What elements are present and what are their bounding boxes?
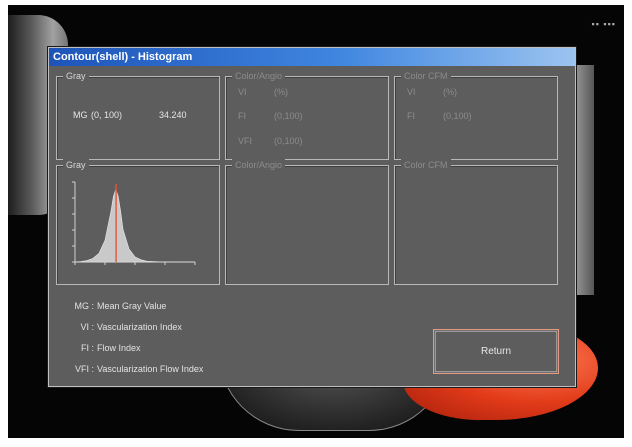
angio-vfi-value: (0,100) [274, 136, 303, 146]
legend-item-mg: MG : Mean Gray Value [66, 301, 167, 311]
color-angio-histogram-title: Color/Angio [232, 159, 286, 171]
gray-stats-title: Gray [63, 70, 89, 82]
mg-range: (0, 100) [91, 110, 123, 120]
histogram-area [74, 188, 195, 263]
angio-fi-label: FI [238, 111, 246, 121]
gray-histogram-chart [72, 181, 196, 265]
mg-label: MG [73, 110, 88, 120]
legend-item-fi: FI : Flow Index [66, 343, 141, 353]
corner-marker: ▪▪ ▪▪▪ [591, 19, 616, 29]
ultrasound-background: ▪▪ ▪▪▪ Contour(shell) - Histogram Gray M… [8, 5, 624, 438]
color-angio-stats-group: Color/Angio VI (%) FI (0,100) VFI (0,100… [225, 70, 389, 160]
color-angio-stats-title: Color/Angio [232, 70, 286, 82]
color-cfm-stats-title: Color CFM [401, 70, 451, 82]
angio-vi-value: (%) [274, 87, 288, 97]
gray-histogram-group: Gray [56, 159, 220, 285]
legend-item-vi: VI : Vascularization Index [66, 322, 182, 332]
color-cfm-stats-group: Color CFM VI (%) FI (0,100) [394, 70, 558, 160]
cfm-fi-value: (0,100) [443, 111, 472, 121]
legend-text-mg: Mean Gray Value [97, 301, 167, 311]
cfm-fi-label: FI [407, 111, 415, 121]
angio-vi-label: VI [238, 87, 247, 97]
legend-abbr-mg: MG : [74, 301, 95, 311]
mg-value: 34.240 [159, 110, 187, 120]
histogram-dialog: Contour(shell) - Histogram Gray MG (0, 1… [48, 47, 576, 387]
color-angio-histogram-group: Color/Angio [225, 159, 389, 285]
color-cfm-histogram-title: Color CFM [401, 159, 451, 171]
legend-abbr-fi: FI : [81, 343, 94, 353]
legend-text-vi: Vascularization Index [97, 322, 182, 332]
legend-item-vfi: VFI : Vascularization Flow Index [66, 364, 203, 374]
legend-abbr-vfi: VFI : [74, 364, 94, 374]
gray-histogram-title: Gray [63, 159, 89, 171]
cfm-vi-value: (%) [443, 87, 457, 97]
gray-stats-group: Gray MG (0, 100) 34.240 [56, 70, 220, 160]
legend-abbr-vi: VI : [80, 322, 94, 332]
legend-text-fi: Flow Index [97, 343, 141, 353]
return-button[interactable]: Return [433, 329, 559, 374]
legend-text-vfi: Vascularization Flow Index [97, 364, 204, 374]
angio-fi-value: (0,100) [274, 111, 303, 121]
cfm-vi-label: VI [407, 87, 416, 97]
dialog-title[interactable]: Contour(shell) - Histogram [49, 48, 575, 66]
color-cfm-histogram-group: Color CFM [394, 159, 558, 285]
angio-vfi-label: VFI [238, 136, 253, 146]
